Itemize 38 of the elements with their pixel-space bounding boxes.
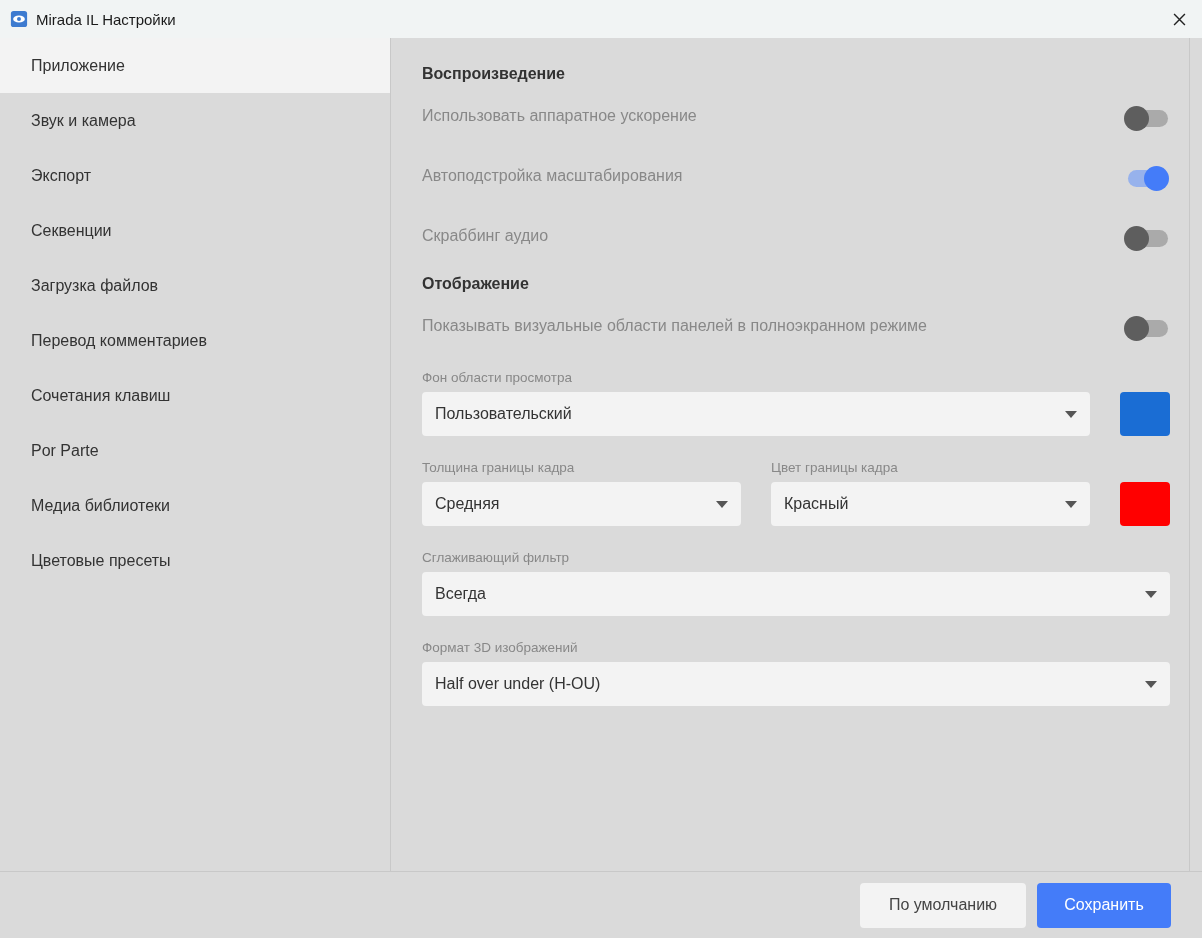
- dropdown-arrow-icon: [1145, 680, 1157, 688]
- sidebar-item[interactable]: Экспорт: [0, 148, 390, 203]
- close-icon[interactable]: [1173, 12, 1186, 26]
- color-swatch[interactable]: [1120, 482, 1170, 526]
- color-swatch[interactable]: [1120, 392, 1170, 436]
- sidebar-item[interactable]: Загрузка файлов: [0, 258, 390, 313]
- field-label: Сглаживающий фильтр: [422, 550, 571, 565]
- dropdown[interactable]: Пользовательский: [422, 392, 1090, 436]
- toggle-label: Показывать визуальные области панелей в полноэкранном режиме: [422, 317, 927, 335]
- default-button[interactable]: По умолчанию: [860, 882, 1026, 928]
- dropdown[interactable]: Средняя: [422, 482, 741, 526]
- dropdown-arrow-icon: [1065, 410, 1077, 418]
- sidebar-item[interactable]: Звук и камера: [0, 93, 390, 148]
- section-heading: Отображение: [422, 274, 530, 294]
- sidebar-item[interactable]: Por Parte: [0, 423, 390, 478]
- sidebar-item[interactable]: Сочетания клавиш: [0, 368, 390, 423]
- sidebar-item[interactable]: Цветовые пресеты: [0, 533, 390, 588]
- app-logo-icon: [10, 10, 28, 28]
- dropdown-arrow-icon: [1065, 500, 1077, 508]
- sidebar-item[interactable]: Медиа библиотеки: [0, 478, 390, 533]
- dropdown[interactable]: Всегда: [422, 572, 1170, 616]
- toggle-label: Автоподстройка масштабирования: [422, 167, 683, 185]
- sidebar-item[interactable]: Секвенции: [0, 203, 390, 258]
- field-label: Толщина границы кадра: [422, 460, 576, 475]
- section-heading: Воспроизведение: [422, 64, 566, 84]
- toggle-label: Использовать аппаратное ускорение: [422, 107, 697, 125]
- dropdown[interactable]: Красный: [771, 482, 1090, 526]
- window-title: Mirada IL Настройки: [36, 10, 177, 28]
- toggle-label: Скраббинг аудио: [422, 227, 549, 245]
- dropdown-arrow-icon: [1145, 590, 1157, 598]
- sidebar-item[interactable]: Перевод комментариев: [0, 313, 390, 368]
- field-label: Цвет границы кадра: [771, 460, 899, 475]
- save-button[interactable]: Сохранить: [1037, 882, 1171, 928]
- dropdown[interactable]: Half over under (H-OU): [422, 662, 1170, 706]
- field-label: Формат 3D изображений: [422, 640, 579, 655]
- dropdown-arrow-icon: [716, 500, 728, 508]
- field-label: Фон области просмотра: [422, 370, 573, 385]
- sidebar-item[interactable]: Приложение: [0, 38, 390, 93]
